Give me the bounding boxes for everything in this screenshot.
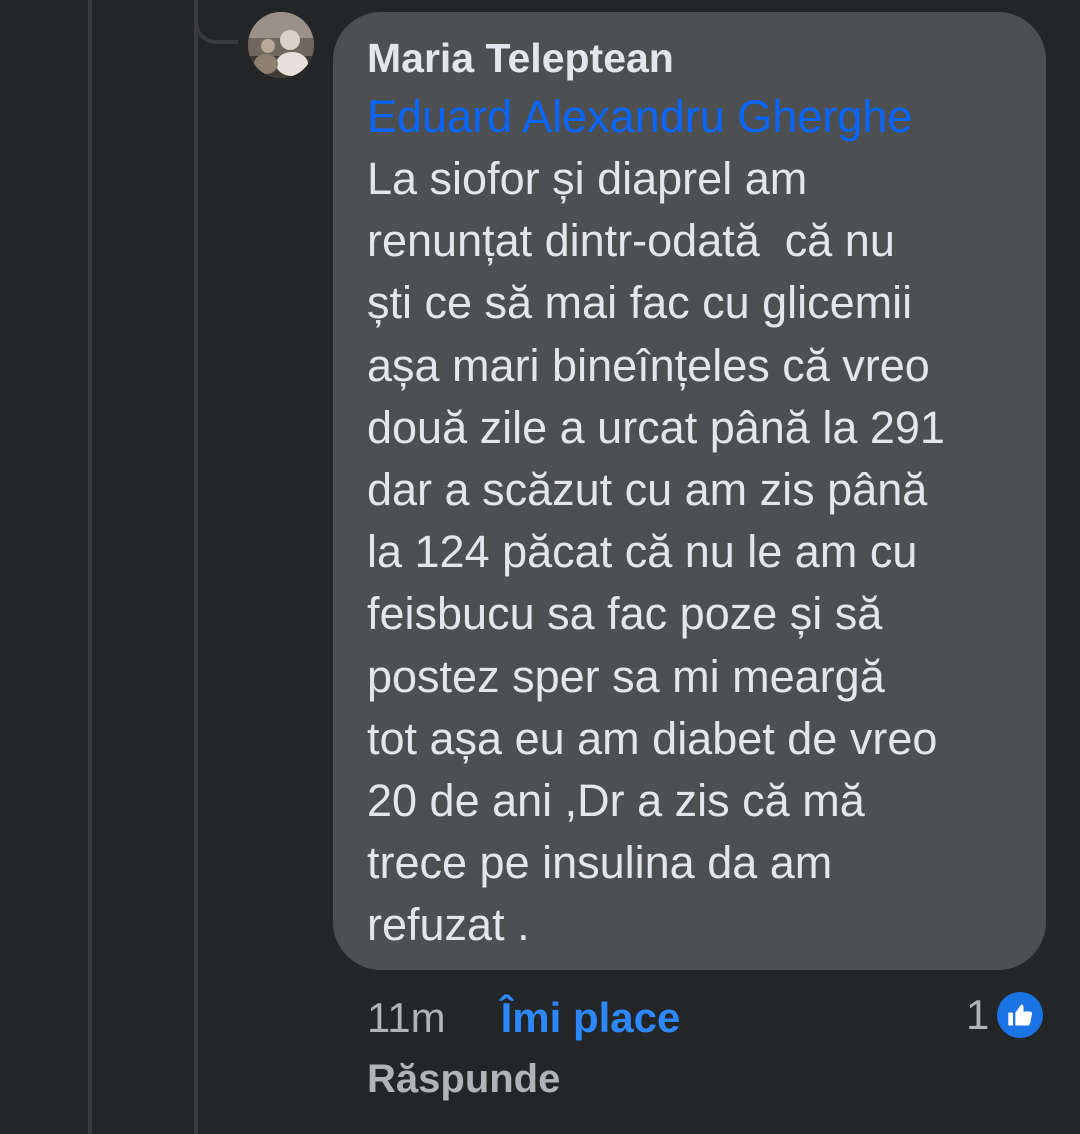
comment-text-line: două zile a urcat până la 291 bbox=[367, 401, 945, 453]
comment-thread: Maria Teleptean Eduard Alexandru Gherghe… bbox=[0, 0, 1080, 1134]
reaction-count: 1 bbox=[966, 991, 990, 1038]
comment-text-line: 20 de ani ,Dr a zis că mă bbox=[367, 775, 865, 827]
mention-link[interactable]: Eduard Alexandru Gherghe bbox=[367, 86, 1016, 148]
reaction-summary[interactable]: 1 bbox=[966, 990, 1044, 1040]
comment-text-line: trece pe insulina da am bbox=[367, 837, 833, 889]
comment-text-line: ști ce să mai fac cu glicemii bbox=[367, 277, 913, 329]
comment-text-line: tot așa eu am diabet de vreo bbox=[367, 712, 938, 764]
comment-text-line: dar a scăzut cu am zis până bbox=[367, 464, 928, 516]
reply-button[interactable]: Răspunde bbox=[367, 1053, 560, 1105]
comment-text-line: renunțat dintr-odată că nu bbox=[367, 215, 895, 267]
comment-text-line: La siofor și diaprel am bbox=[367, 153, 808, 204]
comment-bubble: Maria Teleptean Eduard Alexandru Gherghe… bbox=[333, 12, 1046, 970]
thread-line-outer bbox=[88, 0, 92, 1134]
comment-text-line: la 124 păcat că nu le am cu bbox=[367, 526, 918, 578]
comment-text: La siofor și diaprel am renunțat dintr-o… bbox=[367, 148, 1016, 957]
comment-actions: 11m Îmi place bbox=[367, 990, 680, 1046]
comment-timestamp[interactable]: 11m bbox=[367, 990, 446, 1046]
reply-connector bbox=[194, 0, 238, 44]
avatar-photo bbox=[248, 12, 314, 78]
comment-text-line: așa mari bineînțeles că vreo bbox=[367, 339, 930, 391]
comment-text-line: feisbucu sa fac poze și să bbox=[367, 588, 883, 640]
like-button[interactable]: Îmi place bbox=[501, 990, 681, 1046]
comment-author[interactable]: Maria Teleptean bbox=[367, 34, 1016, 82]
comment-text-line: refuzat . bbox=[367, 899, 530, 951]
avatar[interactable] bbox=[248, 12, 314, 78]
like-thumb-icon bbox=[997, 992, 1044, 1038]
thread-line-inner bbox=[194, 0, 198, 1134]
comment-text-line: postez sper sa mi meargă bbox=[367, 650, 885, 702]
